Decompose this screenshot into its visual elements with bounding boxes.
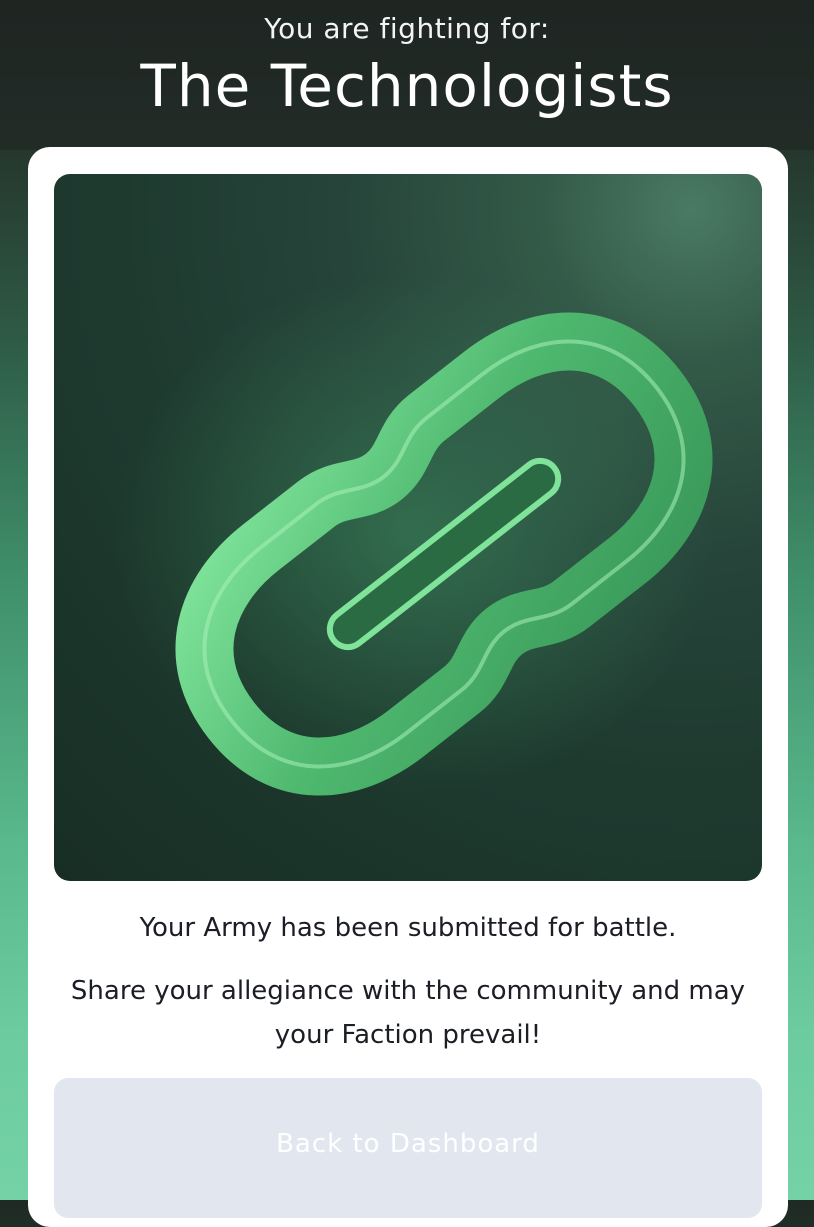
submission-card: Your Army has been submitted for battle.… [28,147,788,1227]
fighting-for-label: You are fighting for: [264,12,550,45]
chain-link-icon [114,274,714,796]
share-message: Share your allegiance with the community… [70,976,746,1050]
faction-title: The Technologists [140,52,674,120]
back-to-dashboard-button[interactable]: Back to Dashboard [54,1078,762,1218]
back-to-dashboard-label: Back to Dashboard [276,1129,540,1159]
faction-artwork [54,174,762,881]
submission-message: Your Army has been submitted for battle. [139,913,677,943]
